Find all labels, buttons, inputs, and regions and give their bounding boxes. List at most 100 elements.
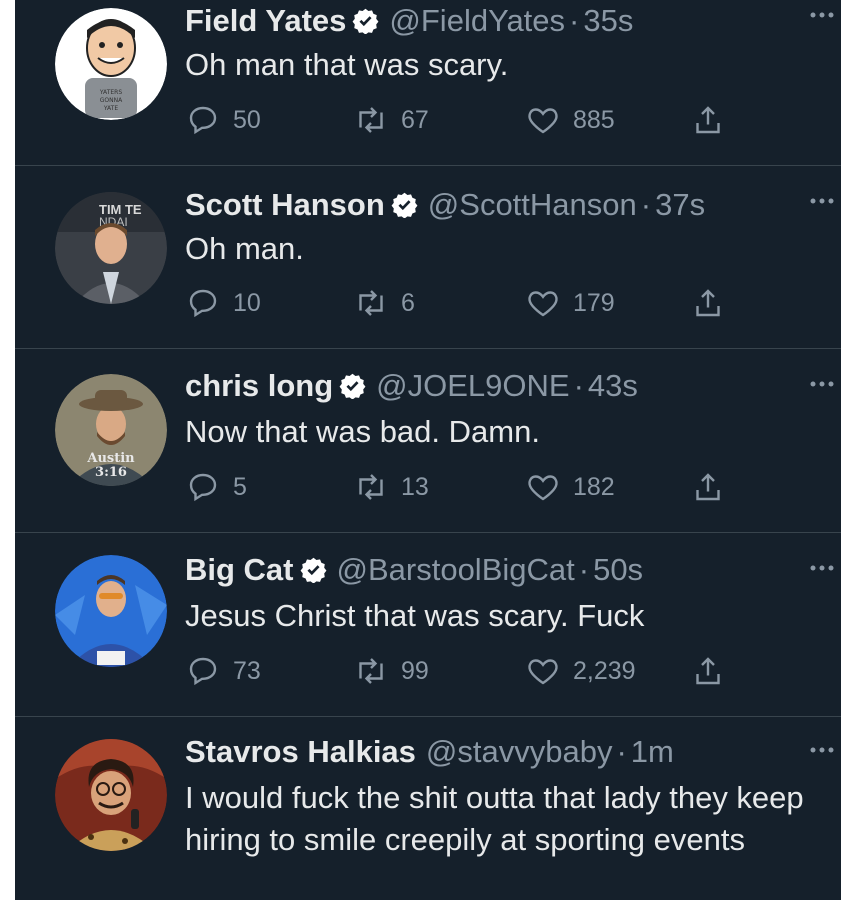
share-icon <box>696 106 720 134</box>
display-name[interactable]: Field Yates <box>185 3 346 38</box>
separator: · <box>569 3 580 38</box>
verified-badge-icon <box>300 557 326 583</box>
avatar-image: YATERS GONNA YATE <box>55 8 167 120</box>
display-name[interactable]: Stavros Halkias <box>185 734 416 769</box>
reply-icon <box>189 473 217 502</box>
heart-icon <box>528 475 558 501</box>
separator: · <box>578 552 590 587</box>
avatar[interactable]: TIM TE NDAI <box>55 192 167 304</box>
like-count: 179 <box>573 288 615 317</box>
retweet-button[interactable]: 99 <box>353 651 429 691</box>
user-handle[interactable]: @JOEL9ONE <box>376 368 569 403</box>
retweet-button[interactable]: 67 <box>353 100 429 140</box>
avatar[interactable] <box>55 739 167 851</box>
tweet-actions: 73 99 2,239 <box>185 651 745 691</box>
like-count: 182 <box>573 472 615 501</box>
reply-icon <box>189 289 217 318</box>
retweet-count: 67 <box>401 105 429 134</box>
verified-badge-icon <box>391 192 418 218</box>
tweet[interactable]: YATERS GONNA YATE Field Yates @FieldYates… <box>15 0 841 166</box>
reply-button[interactable]: 10 <box>185 283 261 323</box>
reply-count: 5 <box>233 472 247 501</box>
share-icon <box>696 289 720 317</box>
timestamp[interactable]: 1m <box>631 734 674 769</box>
heart-icon <box>528 108 558 134</box>
verified-badge-icon <box>352 8 379 34</box>
display-name[interactable]: chris long <box>185 368 333 403</box>
retweet-icon <box>359 107 383 133</box>
user-handle[interactable]: @stavvybaby <box>426 734 613 769</box>
retweet-icon <box>359 290 383 316</box>
svg-text:Austin: Austin <box>86 451 135 466</box>
tweet-header: chris long @JOEL9ONE · 43s <box>185 367 638 405</box>
tweet-actions: 10 6 179 <box>185 283 745 323</box>
like-button[interactable]: 2,239 <box>525 651 636 691</box>
share-button[interactable] <box>690 467 726 507</box>
svg-text:GONNA: GONNA <box>100 97 123 104</box>
tweet-text: I would fuck the shit outta that lady th… <box>185 780 804 857</box>
tweet-header: Field Yates @FieldYates · 35s <box>185 2 633 40</box>
avatar[interactable]: Austin 3:16 <box>55 374 167 486</box>
avatar-image: TIM TE NDAI <box>55 192 167 304</box>
svg-text:YATE: YATE <box>103 105 119 112</box>
more-icon[interactable] <box>809 561 835 575</box>
reply-count: 73 <box>233 656 261 685</box>
tweet-text: Jesus Christ that was scary. Fuck <box>185 598 645 633</box>
heart-icon <box>528 291 558 317</box>
tweet-header: Big Cat @BarstoolBigCat · 50s <box>185 551 643 589</box>
reply-count: 50 <box>233 105 261 134</box>
share-icon <box>696 473 720 501</box>
tweet[interactable]: Big Cat @BarstoolBigCat · 50s Jesus Christ … <box>15 533 841 717</box>
reply-count: 10 <box>233 288 261 317</box>
tweet[interactable]: Austin 3:16 chris long @JOEL9ONE · 43s Now … <box>15 349 841 533</box>
reply-button[interactable]: 50 <box>185 100 261 140</box>
avatar-image: Austin 3:16 <box>55 374 167 486</box>
avatar[interactable] <box>55 555 167 667</box>
timestamp[interactable]: 35s <box>583 3 633 38</box>
tweet[interactable]: Stavros Halkias @stavvybaby · 1m I would fu… <box>15 717 841 900</box>
timestamp[interactable]: 50s <box>593 552 643 587</box>
share-button[interactable] <box>690 283 726 323</box>
share-button[interactable] <box>690 651 726 691</box>
avatar[interactable]: YATERS GONNA YATE <box>55 8 167 120</box>
like-button[interactable]: 885 <box>525 100 615 140</box>
more-icon[interactable] <box>809 8 835 22</box>
retweet-count: 99 <box>401 656 429 685</box>
timestamp[interactable]: 37s <box>655 187 705 222</box>
heart-icon <box>528 659 558 685</box>
like-count: 885 <box>573 105 615 134</box>
reply-button[interactable]: 5 <box>185 467 247 507</box>
more-icon[interactable] <box>809 377 835 391</box>
like-button[interactable]: 182 <box>525 467 615 507</box>
share-button[interactable] <box>690 100 726 140</box>
retweet-count: 13 <box>401 472 429 501</box>
more-icon[interactable] <box>809 743 835 757</box>
display-name[interactable]: Scott Hanson <box>185 187 385 222</box>
tweet-header: Stavros Halkias @stavvybaby · 1m <box>185 733 674 771</box>
retweet-icon <box>359 658 383 684</box>
tweet-text: Now that was bad. Damn. <box>185 414 540 449</box>
like-button[interactable]: 179 <box>525 283 615 323</box>
retweet-button[interactable]: 6 <box>353 283 415 323</box>
more-icon[interactable] <box>809 194 835 208</box>
separator: · <box>573 368 584 403</box>
svg-text:3:16: 3:16 <box>95 465 127 480</box>
retweet-icon <box>359 474 383 500</box>
svg-text:YATERS: YATERS <box>99 89 122 96</box>
reply-button[interactable]: 73 <box>185 651 261 691</box>
avatar-image <box>55 739 167 851</box>
retweet-count: 6 <box>401 288 415 317</box>
tweet-actions: 50 67 885 <box>185 100 745 140</box>
timestamp[interactable]: 43s <box>588 368 638 403</box>
user-handle[interactable]: @BarstoolBigCat <box>337 552 575 587</box>
retweet-button[interactable]: 13 <box>353 467 429 507</box>
separator: · <box>640 187 652 222</box>
user-handle[interactable]: @ScottHanson <box>428 187 637 222</box>
like-count: 2,239 <box>573 656 636 685</box>
tweet-actions: 5 13 182 <box>185 467 745 507</box>
user-handle[interactable]: @FieldYates <box>389 3 565 38</box>
share-icon <box>696 657 720 685</box>
verified-badge-icon <box>339 373 366 399</box>
tweet[interactable]: TIM TE NDAI Scott Hanson @ScottHanson · 37s… <box>15 166 841 349</box>
display-name[interactable]: Big Cat <box>185 552 294 587</box>
